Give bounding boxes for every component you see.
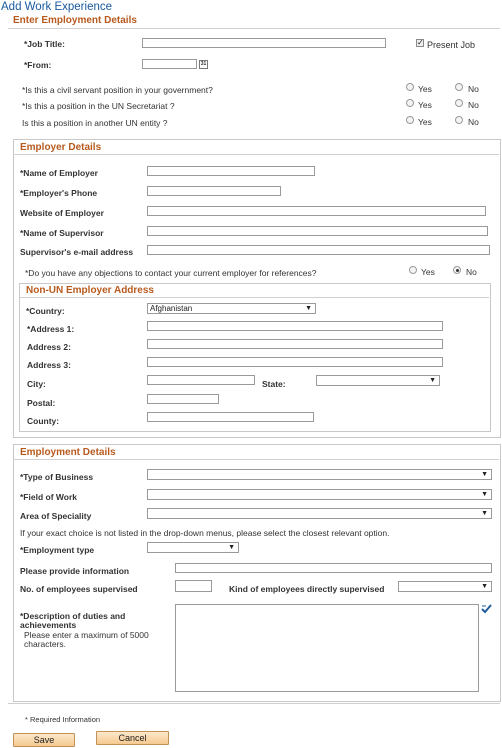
civil-servant-yes-label: Yes — [418, 84, 432, 94]
chevron-down-icon: ▼ — [429, 377, 436, 384]
field-of-work-select[interactable]: ▼ — [147, 489, 492, 500]
postal-label: Postal: — [27, 398, 56, 408]
supervisor-email-input[interactable] — [147, 245, 490, 255]
city-label: City: — [27, 379, 46, 389]
job-title-label: *Job Title: — [24, 39, 65, 49]
un-secretariat-question: *Is this a position in the UN Secretaria… — [22, 101, 175, 111]
civil-servant-no-radio[interactable] — [455, 83, 463, 91]
kind-supervised-select[interactable]: ▼ — [398, 581, 492, 592]
num-supervised-label: No. of employees supervised — [20, 584, 138, 594]
un-secretariat-no-label: No — [468, 100, 479, 110]
calendar-icon[interactable]: 31 — [199, 60, 208, 69]
speciality-select[interactable]: ▼ — [147, 508, 492, 519]
description-hint: Please enter a maximum of 5000 character… — [24, 630, 149, 649]
country-value: Afghanistan — [150, 304, 193, 313]
chevron-down-icon: ▼ — [481, 471, 488, 478]
chevron-down-icon: ▼ — [481, 491, 488, 498]
other-un-entity-yes-label: Yes — [418, 117, 432, 127]
other-un-entity-question: Is this a position in another UN entity … — [22, 118, 168, 128]
address3-label: Address 3: — [27, 360, 71, 370]
present-job-label: Present Job — [427, 40, 476, 50]
chevron-down-icon: ▼ — [305, 305, 312, 312]
employment-details-heading: Employment Details — [20, 447, 116, 458]
provide-info-label: Please provide information — [20, 566, 130, 576]
un-secretariat-no-radio[interactable] — [455, 99, 463, 107]
employer-name-label: *Name of Employer — [20, 168, 98, 178]
address1-label: *Address 1: — [27, 324, 75, 334]
address2-input[interactable] — [147, 339, 443, 349]
supervisor-email-label: Supervisor's e-mail address — [20, 247, 134, 257]
employer-website-input[interactable] — [147, 206, 486, 216]
civil-servant-yes-radio[interactable] — [406, 83, 414, 91]
address2-label: Address 2: — [27, 342, 71, 352]
state-label: State: — [262, 379, 286, 389]
objection-question: *Do you have any objections to contact y… — [25, 268, 317, 278]
employer-divider — [13, 154, 499, 155]
civil-servant-question: *Is this a civil servant position in you… — [22, 85, 213, 95]
civil-servant-no-label: No — [468, 84, 479, 94]
employment-section-heading: Enter Employment Details — [13, 15, 137, 26]
country-select[interactable]: Afghanistan ▼ — [147, 303, 316, 314]
chevron-down-icon: ▼ — [481, 510, 488, 517]
employer-phone-label: *Employer's Phone — [20, 188, 98, 198]
employment-type-select[interactable]: ▼ — [147, 542, 239, 553]
supervisor-name-input[interactable] — [147, 226, 488, 236]
description-textarea[interactable] — [175, 604, 479, 692]
supervisor-name-label: *Name of Supervisor — [20, 228, 104, 238]
employer-section-heading: Employer Details — [20, 142, 102, 153]
provide-info-input[interactable] — [175, 563, 492, 573]
address1-input[interactable] — [147, 321, 443, 331]
address-divider — [19, 297, 489, 298]
employment-details-divider — [13, 459, 499, 460]
employer-website-label: Website of Employer — [20, 208, 104, 218]
county-label: County: — [27, 416, 60, 426]
other-un-entity-yes-radio[interactable] — [406, 116, 414, 124]
employer-name-input[interactable] — [147, 166, 315, 176]
un-secretariat-yes-label: Yes — [418, 100, 432, 110]
employer-phone-input[interactable] — [147, 186, 281, 196]
county-input[interactable] — [147, 412, 314, 422]
country-label: *Country: — [26, 306, 65, 316]
business-type-select[interactable]: ▼ — [147, 469, 492, 480]
required-note: * Required Information — [25, 715, 101, 724]
page-title: Add Work Experience — [1, 1, 113, 13]
chevron-down-icon: ▼ — [228, 544, 235, 551]
description-label: *Description of duties and achievements — [20, 611, 126, 630]
other-un-entity-no-radio[interactable] — [455, 116, 463, 124]
city-input[interactable] — [147, 375, 255, 385]
speciality-label: Area of Speciality — [20, 511, 92, 521]
employment-divider — [8, 28, 500, 29]
state-select[interactable]: ▼ — [316, 375, 440, 386]
address3-input[interactable] — [147, 357, 443, 367]
present-job-checkbox[interactable]: ✓ — [416, 39, 424, 47]
job-title-input[interactable] — [142, 38, 386, 48]
from-label: *From: — [24, 60, 52, 70]
num-supervised-input[interactable] — [175, 580, 212, 592]
save-button[interactable]: Save — [13, 733, 75, 747]
chevron-down-icon: ▼ — [481, 583, 488, 590]
objection-no-radio[interactable] — [453, 266, 461, 274]
other-un-entity-no-label: No — [468, 117, 479, 127]
objection-yes-radio[interactable] — [409, 266, 417, 274]
kind-supervised-label: Kind of employees directly supervised — [229, 584, 385, 594]
cancel-button[interactable]: Cancel — [96, 731, 169, 745]
un-secretariat-yes-radio[interactable] — [406, 99, 414, 107]
spellcheck-icon[interactable] — [481, 603, 493, 614]
footer-divider — [8, 703, 500, 704]
address-section-heading: Non-UN Employer Address — [26, 285, 154, 296]
business-type-label: *Type of Business — [20, 472, 94, 482]
dropdown-note: If your exact choice is not listed in th… — [20, 528, 390, 538]
employment-type-label: *Employment type — [20, 545, 95, 555]
objection-no-label: No — [466, 267, 477, 277]
objection-yes-label: Yes — [421, 267, 435, 277]
postal-input[interactable] — [147, 394, 219, 404]
from-date-input[interactable] — [142, 59, 197, 69]
field-of-work-label: *Field of Work — [20, 492, 77, 502]
